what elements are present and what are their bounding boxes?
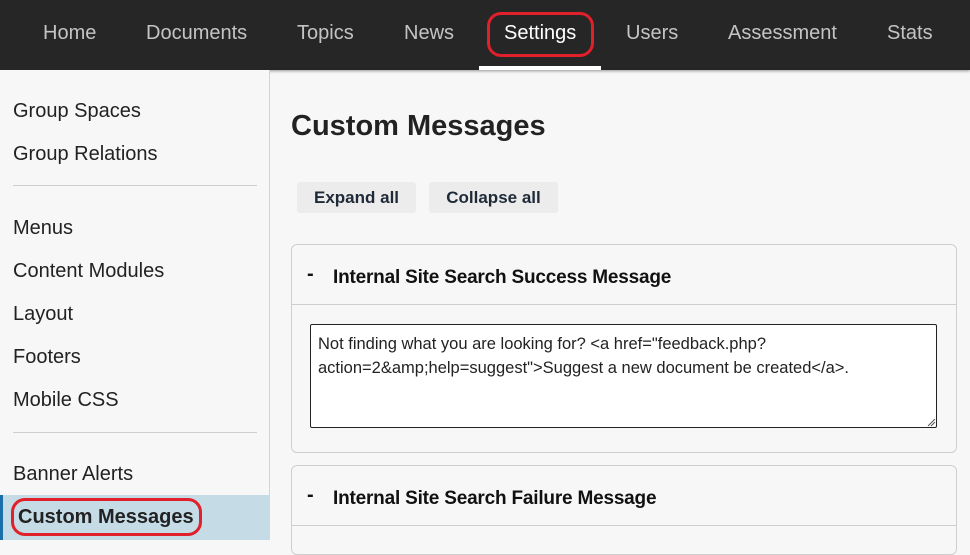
page-title: Custom Messages <box>291 110 546 142</box>
sidebar-divider <box>13 432 257 433</box>
nav-assessment[interactable]: Assessment <box>728 0 837 70</box>
nav-documents[interactable]: Documents <box>146 0 247 70</box>
sidebar-item-group-spaces[interactable]: Group Spaces <box>13 100 141 123</box>
sidebar-item-banner-alerts[interactable]: Banner Alerts <box>13 463 133 486</box>
panel-header[interactable]: - Internal Site Search Failure Message <box>292 466 956 526</box>
sidebar-active-indicator <box>0 495 3 540</box>
nav-users[interactable]: Users <box>626 0 678 70</box>
sidebar-item-content-modules[interactable]: Content Modules <box>13 260 164 283</box>
panel-title: Internal Site Search Success Message <box>333 267 672 288</box>
collapse-toggle-icon[interactable]: - <box>307 263 314 286</box>
sidebar: Group Spaces Group Relations Menus Conte… <box>0 70 270 540</box>
panel-header[interactable]: - Internal Site Search Success Message <box>292 245 956 305</box>
nav-news[interactable]: News <box>404 0 454 70</box>
collapse-toggle-icon[interactable]: - <box>307 484 314 507</box>
sidebar-item-custom-messages[interactable]: Custom Messages <box>18 506 194 529</box>
sidebar-item-menus[interactable]: Menus <box>13 217 73 240</box>
expand-all-button[interactable]: Expand all <box>297 182 416 213</box>
panel-title: Internal Site Search Failure Message <box>333 488 657 509</box>
sidebar-item-footers[interactable]: Footers <box>13 346 81 369</box>
nav-topics[interactable]: Topics <box>297 0 354 70</box>
collapse-all-button[interactable]: Collapse all <box>429 182 558 213</box>
sidebar-item-mobile-css[interactable]: Mobile CSS <box>13 389 119 412</box>
nav-stats[interactable]: Stats <box>887 0 933 70</box>
sidebar-item-group-relations[interactable]: Group Relations <box>13 143 158 166</box>
nav-settings[interactable]: Settings <box>504 0 576 70</box>
sidebar-divider <box>13 185 257 186</box>
top-navigation: Home Documents Topics News Settings User… <box>0 0 970 70</box>
resize-grip-icon[interactable] <box>926 417 936 427</box>
sidebar-item-layout[interactable]: Layout <box>13 303 73 326</box>
message-textarea[interactable]: Not finding what you are looking for? <a… <box>310 324 937 428</box>
message-panel-failure: - Internal Site Search Failure Message <box>291 465 957 555</box>
nav-home[interactable]: Home <box>43 0 96 70</box>
active-tab-indicator <box>479 66 601 70</box>
message-panel-success: - Internal Site Search Success Message N… <box>291 244 957 453</box>
